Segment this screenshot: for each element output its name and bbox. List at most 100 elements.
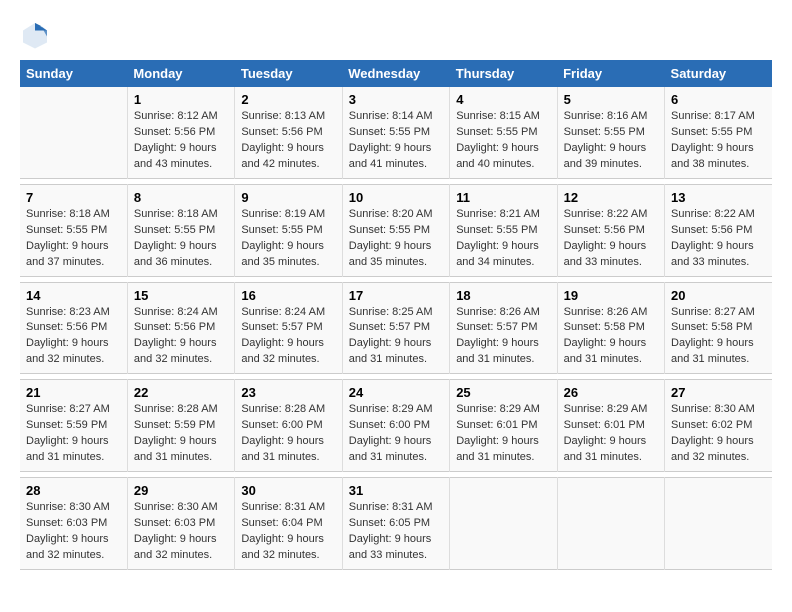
calendar-cell: 14 Sunrise: 8:23 AM Sunset: 5:56 PM Dayli… [20,282,127,374]
day-info: Sunrise: 8:27 AM Sunset: 5:58 PM Dayligh… [671,305,766,369]
calendar-cell: 20 Sunrise: 8:27 AM Sunset: 5:58 PM Dayli… [665,282,772,374]
day-number: 19 [564,288,658,303]
day-info: Sunrise: 8:30 AM Sunset: 6:02 PM Dayligh… [671,402,766,466]
calendar-cell: 17Sunrise: 8:25 AM Sunset: 5:57 PM Dayli… [342,282,449,374]
day-number: 23 [241,385,335,400]
calendar-cell: 11Sunrise: 8:21 AM Sunset: 5:55 PM Dayli… [450,184,557,276]
calendar-cell: 29 Sunrise: 8:30 AM Sunset: 6:03 PM Dayli… [127,478,234,570]
weekday-header-friday: Friday [557,60,664,87]
calendar-cell: 23 Sunrise: 8:28 AM Sunset: 6:00 PM Dayli… [235,380,342,472]
day-number: 9 [241,190,335,205]
day-number: 10 [349,190,443,205]
weekday-header-thursday: Thursday [450,60,557,87]
day-info: Sunrise: 8:22 AM Sunset: 5:56 PM Dayligh… [564,207,658,271]
day-info: Sunrise: 8:15 AM Sunset: 5:55 PM Dayligh… [456,109,550,173]
day-number: 15 [134,288,228,303]
calendar-week-row: 7 Sunrise: 8:18 AM Sunset: 5:55 PM Daylig… [20,184,772,276]
calendar-cell: 19 Sunrise: 8:26 AM Sunset: 5:58 PM Dayli… [557,282,664,374]
calendar-cell: 13 Sunrise: 8:22 AM Sunset: 5:56 PM Dayli… [665,184,772,276]
day-info: Sunrise: 8:28 AM Sunset: 6:00 PM Dayligh… [241,402,335,466]
day-info: Sunrise: 8:27 AM Sunset: 5:59 PM Dayligh… [26,402,121,466]
day-info: Sunrise: 8:29 AM Sunset: 6:01 PM Dayligh… [456,402,550,466]
day-number: 14 [26,288,121,303]
calendar-cell: 28 Sunrise: 8:30 AM Sunset: 6:03 PM Dayli… [20,478,127,570]
calendar-cell: 15 Sunrise: 8:24 AM Sunset: 5:56 PM Dayli… [127,282,234,374]
calendar-cell [450,478,557,570]
day-info: Sunrise: 8:22 AM Sunset: 5:56 PM Dayligh… [671,207,766,271]
day-number: 12 [564,190,658,205]
calendar-cell: 6Sunrise: 8:17 AM Sunset: 5:55 PM Daylig… [665,87,772,178]
calendar-cell: 31Sunrise: 8:31 AM Sunset: 6:05 PM Dayli… [342,478,449,570]
day-info: Sunrise: 8:29 AM Sunset: 6:01 PM Dayligh… [564,402,658,466]
day-info: Sunrise: 8:26 AM Sunset: 5:57 PM Dayligh… [456,305,550,369]
day-number: 20 [671,288,766,303]
page-header [20,20,772,50]
day-info: Sunrise: 8:12 AM Sunset: 5:56 PM Dayligh… [134,109,228,173]
calendar-cell: 21 Sunrise: 8:27 AM Sunset: 5:59 PM Dayli… [20,380,127,472]
day-info: Sunrise: 8:29 AM Sunset: 6:00 PM Dayligh… [349,402,443,466]
day-number: 21 [26,385,121,400]
day-number: 25 [456,385,550,400]
day-number: 17 [349,288,443,303]
calendar-cell [20,87,127,178]
calendar-cell: 7 Sunrise: 8:18 AM Sunset: 5:55 PM Daylig… [20,184,127,276]
calendar-cell: 25 Sunrise: 8:29 AM Sunset: 6:01 PM Dayli… [450,380,557,472]
day-info: Sunrise: 8:30 AM Sunset: 6:03 PM Dayligh… [26,500,121,564]
logo [20,20,54,50]
day-number: 2 [241,92,335,107]
calendar-cell: 30Sunrise: 8:31 AM Sunset: 6:04 PM Dayli… [235,478,342,570]
day-info: Sunrise: 8:14 AM Sunset: 5:55 PM Dayligh… [349,109,443,173]
calendar-cell: 16 Sunrise: 8:24 AM Sunset: 5:57 PM Dayli… [235,282,342,374]
day-info: Sunrise: 8:30 AM Sunset: 6:03 PM Dayligh… [134,500,228,564]
day-info: Sunrise: 8:21 AM Sunset: 5:55 PM Dayligh… [456,207,550,271]
day-number: 4 [456,92,550,107]
day-number: 22 [134,385,228,400]
calendar-cell: 12 Sunrise: 8:22 AM Sunset: 5:56 PM Dayli… [557,184,664,276]
logo-icon [20,20,50,50]
calendar-cell: 18Sunrise: 8:26 AM Sunset: 5:57 PM Dayli… [450,282,557,374]
day-number: 3 [349,92,443,107]
day-number: 27 [671,385,766,400]
day-info: Sunrise: 8:31 AM Sunset: 6:04 PM Dayligh… [241,500,335,564]
weekday-header-saturday: Saturday [665,60,772,87]
calendar-cell: 2 Sunrise: 8:13 AM Sunset: 5:56 PM Daylig… [235,87,342,178]
day-info: Sunrise: 8:24 AM Sunset: 5:56 PM Dayligh… [134,305,228,369]
day-number: 8 [134,190,228,205]
calendar-cell: 26Sunrise: 8:29 AM Sunset: 6:01 PM Dayli… [557,380,664,472]
day-info: Sunrise: 8:26 AM Sunset: 5:58 PM Dayligh… [564,305,658,369]
day-number: 13 [671,190,766,205]
calendar-cell: 10 Sunrise: 8:20 AM Sunset: 5:55 PM Dayli… [342,184,449,276]
day-info: Sunrise: 8:31 AM Sunset: 6:05 PM Dayligh… [349,500,443,564]
calendar-cell: 24 Sunrise: 8:29 AM Sunset: 6:00 PM Dayli… [342,380,449,472]
day-info: Sunrise: 8:28 AM Sunset: 5:59 PM Dayligh… [134,402,228,466]
day-info: Sunrise: 8:18 AM Sunset: 5:55 PM Dayligh… [26,207,121,271]
day-number: 16 [241,288,335,303]
calendar-table: SundayMondayTuesdayWednesdayThursdayFrid… [20,60,772,570]
calendar-week-row: 14 Sunrise: 8:23 AM Sunset: 5:56 PM Dayli… [20,282,772,374]
calendar-cell: 9Sunrise: 8:19 AM Sunset: 5:55 PM Daylig… [235,184,342,276]
day-info: Sunrise: 8:23 AM Sunset: 5:56 PM Dayligh… [26,305,121,369]
calendar-week-row: 1Sunrise: 8:12 AM Sunset: 5:56 PM Daylig… [20,87,772,178]
day-info: Sunrise: 8:20 AM Sunset: 5:55 PM Dayligh… [349,207,443,271]
day-number: 6 [671,92,766,107]
calendar-cell [665,478,772,570]
day-info: Sunrise: 8:16 AM Sunset: 5:55 PM Dayligh… [564,109,658,173]
calendar-cell: 4 Sunrise: 8:15 AM Sunset: 5:55 PM Daylig… [450,87,557,178]
calendar-cell: 1Sunrise: 8:12 AM Sunset: 5:56 PM Daylig… [127,87,234,178]
day-number: 29 [134,483,228,498]
day-info: Sunrise: 8:24 AM Sunset: 5:57 PM Dayligh… [241,305,335,369]
calendar-cell: 27 Sunrise: 8:30 AM Sunset: 6:02 PM Dayli… [665,380,772,472]
calendar-week-row: 28 Sunrise: 8:30 AM Sunset: 6:03 PM Dayli… [20,478,772,570]
day-number: 7 [26,190,121,205]
calendar-week-row: 21 Sunrise: 8:27 AM Sunset: 5:59 PM Dayli… [20,380,772,472]
day-info: Sunrise: 8:13 AM Sunset: 5:56 PM Dayligh… [241,109,335,173]
calendar-cell: 22 Sunrise: 8:28 AM Sunset: 5:59 PM Dayli… [127,380,234,472]
day-number: 24 [349,385,443,400]
day-info: Sunrise: 8:18 AM Sunset: 5:55 PM Dayligh… [134,207,228,271]
weekday-header-sunday: Sunday [20,60,127,87]
weekday-header-wednesday: Wednesday [342,60,449,87]
day-number: 28 [26,483,121,498]
calendar-cell: 8 Sunrise: 8:18 AM Sunset: 5:55 PM Daylig… [127,184,234,276]
calendar-cell: 5Sunrise: 8:16 AM Sunset: 5:55 PM Daylig… [557,87,664,178]
calendar-cell: 3 Sunrise: 8:14 AM Sunset: 5:55 PM Daylig… [342,87,449,178]
